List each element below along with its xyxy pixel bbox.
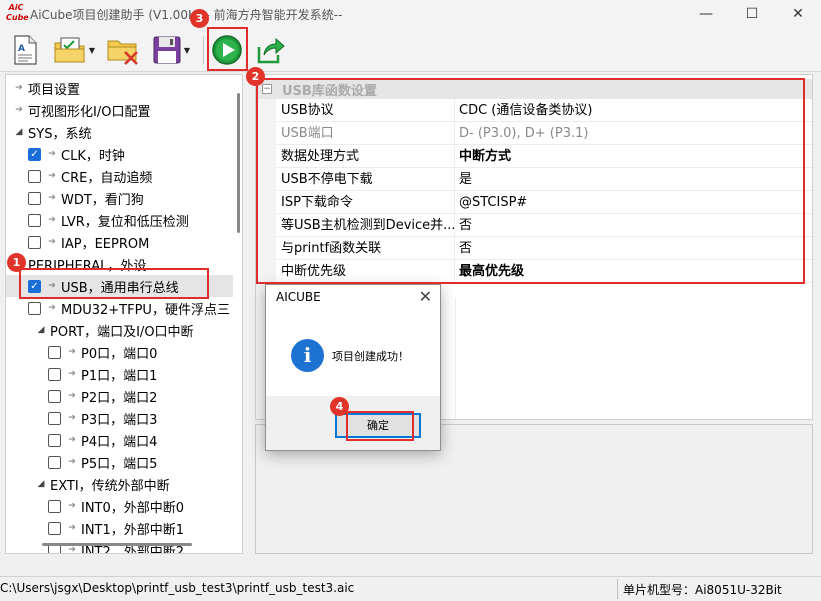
step-badge-1: 1 xyxy=(7,253,26,272)
dialog-message: 项目创建成功！ xyxy=(332,350,409,363)
expand-arrow-icon: ➔ xyxy=(68,369,76,379)
config-tree: ➔ 项目设置 ➔ 可视图形化I/O口配置 ◢ SYS，系统 ✓ ➔ CLK，时钟… xyxy=(5,74,243,554)
checkbox[interactable] xyxy=(48,389,61,403)
app-logo: AiC Cube xyxy=(6,3,29,22)
highlight-usb-item xyxy=(19,268,209,299)
project-path: C:\Users\jsgx\Desktop\printf_usb_test3\p… xyxy=(0,581,355,595)
expand-arrow-icon: ➔ xyxy=(48,171,56,181)
collapse-caret-icon[interactable]: ◢ xyxy=(34,479,48,489)
save-project-button[interactable]: ▼ xyxy=(146,34,196,66)
expand-arrow-icon: ➔ xyxy=(48,215,56,225)
open-project-button[interactable]: ▼ xyxy=(50,34,98,66)
tree-item-port[interactable]: ◢ PORT，端口及I/O口中断 xyxy=(34,319,194,341)
toolbar: A ▼ ▼ xyxy=(0,28,821,72)
close-project-button[interactable] xyxy=(106,34,140,66)
expand-arrow-icon: ➔ xyxy=(68,391,76,401)
checkbox[interactable] xyxy=(48,345,61,359)
checkbox[interactable] xyxy=(28,301,41,315)
maximize-button[interactable]: ☐ xyxy=(729,0,775,28)
expand-arrow-icon: ➔ xyxy=(68,347,76,357)
expand-arrow-icon: ➔ xyxy=(68,523,76,533)
tree-item-p4[interactable]: ➔ P4口，端口4 xyxy=(48,429,157,451)
step-badge-2: 2 xyxy=(246,67,265,86)
chip-model: 单片机型号：Ai8051U-32Bit xyxy=(623,583,782,597)
highlight-ok-button xyxy=(346,411,414,441)
new-document-button[interactable]: A xyxy=(10,34,40,66)
tree-item-cre[interactable]: ➔ CRE，自动追频 xyxy=(28,165,152,187)
chevron-down-icon[interactable]: ▼ xyxy=(184,46,190,55)
collapse-caret-icon[interactable]: ◢ xyxy=(12,127,26,137)
property-column-divider xyxy=(455,298,456,419)
chevron-down-icon[interactable]: ▼ xyxy=(89,46,95,55)
tree-item-lvr[interactable]: ➔ LVR，复位和低压检测 xyxy=(28,209,189,231)
highlight-run-button xyxy=(207,27,248,71)
checkbox[interactable] xyxy=(48,411,61,425)
tree-vertical-scrollbar[interactable] xyxy=(234,75,242,553)
svg-text:A: A xyxy=(18,44,25,54)
tree-item-int1[interactable]: ➔ INT1，外部中断1 xyxy=(48,517,184,539)
expand-arrow-icon: ➔ xyxy=(68,435,76,445)
dialog-close-icon[interactable]: ✕ xyxy=(419,287,432,306)
checkbox[interactable] xyxy=(48,455,61,469)
checkbox[interactable] xyxy=(48,499,61,513)
step-badge-3: 3 xyxy=(190,9,209,28)
status-bar: C:\Users\jsgx\Desktop\printf_usb_test3\p… xyxy=(0,576,821,601)
checkbox[interactable] xyxy=(48,367,61,381)
tree-item-int0[interactable]: ➔ INT0，外部中断0 xyxy=(48,495,184,517)
expand-arrow-icon: ➔ xyxy=(48,303,56,313)
expand-arrow-icon: ➔ xyxy=(48,193,56,203)
tree-item-project-settings[interactable]: ➔ 项目设置 xyxy=(12,77,80,99)
highlight-property-grid xyxy=(256,78,805,284)
title-bar: AiC Cube AiCube项目创建助手 (V1.00H) - 前海方舟智能开发… xyxy=(0,0,821,28)
expand-arrow-icon: ➔ xyxy=(48,149,56,159)
step-badge-4: 4 xyxy=(330,397,349,416)
minimize-button[interactable]: — xyxy=(683,0,729,28)
tree-item-p3[interactable]: ➔ P3口，端口3 xyxy=(48,407,157,429)
panel-splitter[interactable] xyxy=(243,74,255,554)
tree-item-io-config[interactable]: ➔ 可视图形化I/O口配置 xyxy=(12,99,150,121)
dialog-body: i 项目创建成功！ xyxy=(266,309,440,396)
checkbox[interactable]: ✓ xyxy=(28,147,41,161)
checkbox[interactable] xyxy=(28,213,41,227)
close-window-button[interactable]: ✕ xyxy=(775,0,821,28)
checkbox[interactable] xyxy=(28,191,41,205)
tree-item-sys[interactable]: ◢ SYS，系统 xyxy=(12,121,92,143)
export-arrow-icon xyxy=(257,37,285,64)
expand-arrow-icon: ➔ xyxy=(68,545,76,554)
tree-item-mdu32[interactable]: ➔ MDU32+TFPU，硬件浮点三 xyxy=(28,297,230,319)
scroll-thumb[interactable] xyxy=(237,93,240,233)
tree-item-iap[interactable]: ➔ IAP，EEPROM xyxy=(28,231,149,253)
tree-item-p5[interactable]: ➔ P5口，端口5 xyxy=(48,451,157,473)
tree-item-p0[interactable]: ➔ P0口，端口0 xyxy=(48,341,157,363)
info-icon: i xyxy=(291,339,324,372)
expand-arrow-icon: ➔ xyxy=(68,413,76,423)
tree-item-clk[interactable]: ✓ ➔ CLK，时钟 xyxy=(28,143,125,165)
checkbox[interactable] xyxy=(48,521,61,535)
tree-item-p2[interactable]: ➔ P2口，端口2 xyxy=(48,385,157,407)
tree-item-wdt[interactable]: ➔ WDT，看门狗 xyxy=(28,187,144,209)
tree-item-int2[interactable]: ➔ INT2，外部中断2 xyxy=(48,539,184,554)
checkbox[interactable] xyxy=(28,235,41,249)
dialog-title: AICUBE xyxy=(276,290,321,304)
export-button[interactable] xyxy=(254,34,288,66)
status-divider xyxy=(617,579,618,599)
toolbar-separator xyxy=(203,36,204,64)
expand-arrow-icon: ➔ xyxy=(15,83,23,93)
new-document-icon: A xyxy=(14,35,37,65)
expand-arrow-icon: ➔ xyxy=(48,237,56,247)
checkbox[interactable] xyxy=(28,169,41,183)
expand-arrow-icon: ➔ xyxy=(68,501,76,511)
expand-arrow-icon: ➔ xyxy=(15,105,23,115)
window-title: AiCube项目创建助手 (V1.00H) - 前海方舟智能开发系统-- xyxy=(30,8,343,22)
tree-item-p1[interactable]: ➔ P1口，端口1 xyxy=(48,363,157,385)
checkbox[interactable] xyxy=(48,433,61,447)
expand-arrow-icon: ➔ xyxy=(68,457,76,467)
folder-delete-icon xyxy=(107,40,138,65)
collapse-caret-icon[interactable]: ◢ xyxy=(34,325,48,335)
tree-horizontal-scroll-thumb[interactable] xyxy=(42,543,192,546)
save-disk-icon xyxy=(153,36,181,64)
open-folder-icon xyxy=(54,37,85,63)
tree-item-exti[interactable]: ◢ EXTI，传统外部中断 xyxy=(34,473,170,495)
